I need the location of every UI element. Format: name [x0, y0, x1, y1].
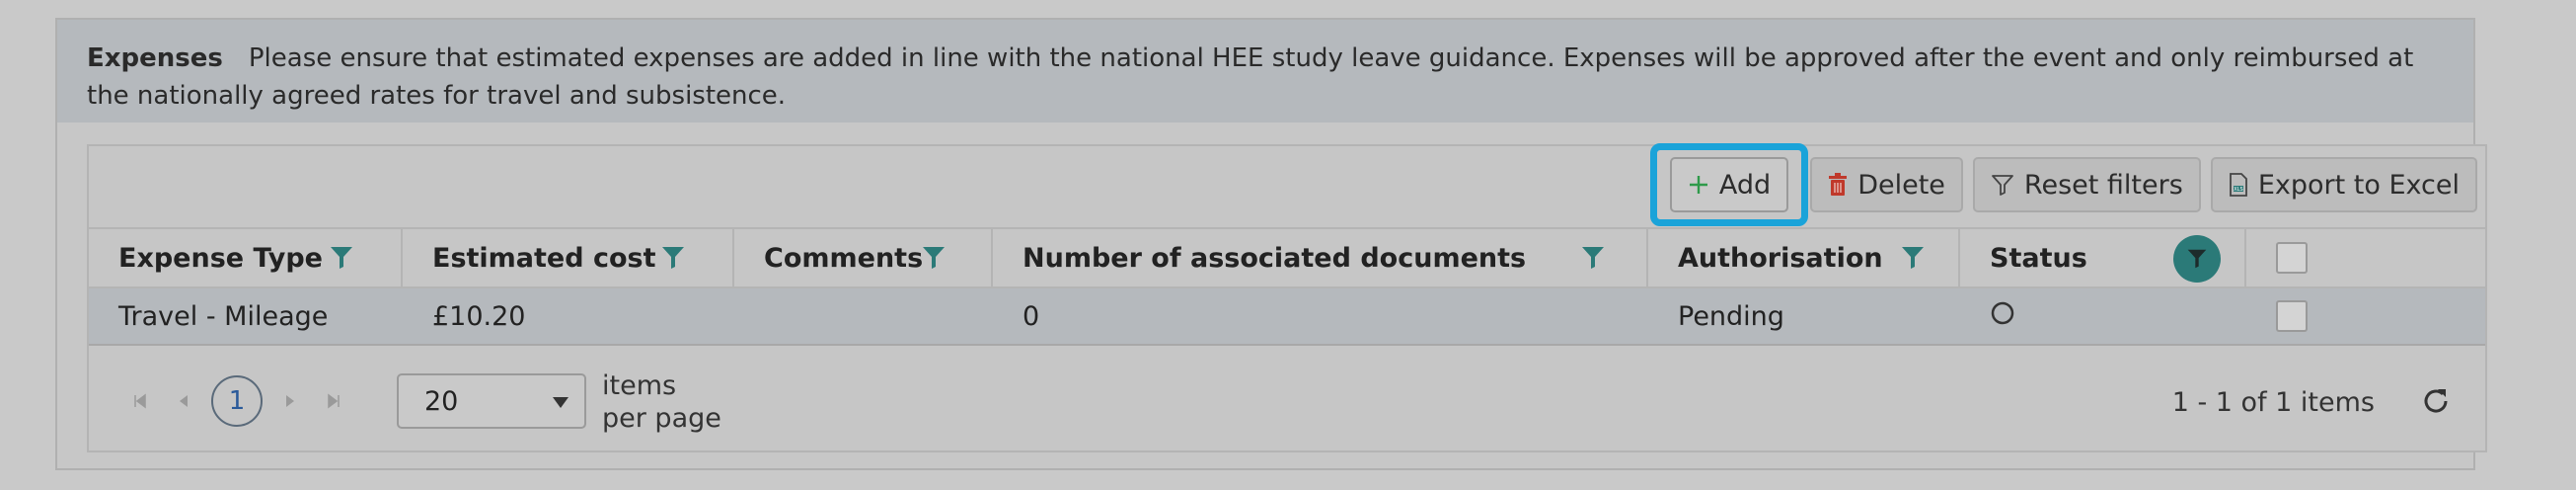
items-per-page-line1: items — [602, 370, 677, 401]
cell-expense-type: Travel - Mileage — [118, 300, 329, 332]
grid-pager: 1 20 items per page 1 - 1 of 1 items — [89, 346, 2485, 452]
cell-documents: 0 — [1023, 300, 1040, 332]
page-number-current[interactable]: 1 — [211, 375, 263, 427]
add-button-label: Add — [1718, 169, 1772, 201]
column-header-expense-type[interactable]: Expense Type — [89, 229, 403, 286]
filter-icon[interactable] — [661, 245, 685, 278]
filter-icon[interactable] — [922, 245, 946, 278]
previous-page-icon[interactable] — [162, 375, 205, 427]
reset-filters-label: Reset filters — [2023, 169, 2183, 201]
export-excel-button[interactable]: XLS Export to Excel — [2210, 157, 2477, 212]
column-title: Estimated cost — [432, 242, 656, 274]
cell-comments — [734, 288, 993, 344]
column-header-select — [2246, 229, 2485, 286]
pager-nav: 1 — [118, 375, 355, 427]
cell-estimated-cost: £10.20 — [432, 300, 526, 332]
filter-icon[interactable] — [1901, 245, 1925, 278]
filter-icon[interactable] — [330, 245, 353, 278]
filter-icon-active[interactable] — [2173, 235, 2221, 283]
column-header-documents[interactable]: Number of associated documents — [993, 229, 1648, 286]
table-row[interactable]: Travel - Mileage £10.20 0 Pending — [89, 288, 2485, 346]
items-per-page-label: items per page — [602, 369, 721, 435]
expenses-panel: Expenses Please ensure that estimated exp… — [55, 18, 2487, 470]
row-checkbox[interactable] — [2276, 300, 2308, 332]
expenses-guidance-text: Please ensure that estimated expenses ar… — [87, 43, 2414, 111]
column-title: Comments — [764, 242, 924, 274]
page-size-select[interactable]: 20 — [397, 373, 586, 429]
circle-icon — [1990, 300, 2015, 333]
column-title: Authorisation — [1678, 242, 1883, 274]
expenses-banner: Expenses Please ensure that estimated exp… — [57, 20, 2473, 122]
cell-authorisation: Pending — [1678, 300, 1784, 332]
reset-filters-button[interactable]: Reset filters — [1972, 157, 2201, 212]
column-header-estimated-cost[interactable]: Estimated cost — [403, 229, 734, 286]
delete-button[interactable]: Delete — [1810, 157, 1963, 212]
cell-select — [2246, 288, 2485, 344]
chevron-down-icon — [553, 397, 568, 408]
column-header-authorisation[interactable]: Authorisation — [1648, 229, 1960, 286]
column-header-comments[interactable]: Comments — [734, 229, 993, 286]
cell-status — [1960, 288, 2246, 344]
column-title: Number of associated documents — [1023, 242, 1527, 274]
excel-icon: XLS — [2229, 173, 2248, 197]
pager-info: 1 - 1 of 1 items — [2171, 387, 2375, 418]
select-all-checkbox[interactable] — [2276, 242, 2308, 274]
next-page-icon[interactable] — [268, 375, 312, 427]
svg-text:XLS: XLS — [2234, 187, 2242, 193]
column-title: Status — [1990, 242, 2087, 274]
plus-icon — [1688, 174, 1709, 196]
last-page-icon[interactable] — [312, 375, 355, 427]
expenses-grid: Add Delete Reset filters XLS Export to E… — [87, 143, 2487, 452]
add-button[interactable]: Add — [1669, 157, 1789, 212]
first-page-icon[interactable] — [118, 375, 162, 427]
filter-icon[interactable] — [1581, 245, 1605, 278]
refresh-icon[interactable] — [2420, 385, 2452, 421]
expenses-title: Expenses — [87, 43, 223, 73]
trash-icon — [1828, 173, 1848, 197]
delete-button-label: Delete — [1857, 169, 1945, 201]
add-button-wrapper: Add — [1649, 143, 1809, 226]
grid-toolbar: Add Delete Reset filters XLS Export to E… — [1649, 143, 2477, 226]
export-excel-label: Export to Excel — [2257, 169, 2460, 201]
items-per-page-line2: per page — [602, 403, 721, 434]
page-size-value: 20 — [424, 385, 459, 417]
filter-outline-icon — [1991, 173, 2014, 197]
column-title: Expense Type — [118, 242, 323, 274]
grid-header: Expense Type Estimated cost Comments Num… — [89, 227, 2485, 288]
column-header-status[interactable]: Status — [1960, 229, 2246, 286]
